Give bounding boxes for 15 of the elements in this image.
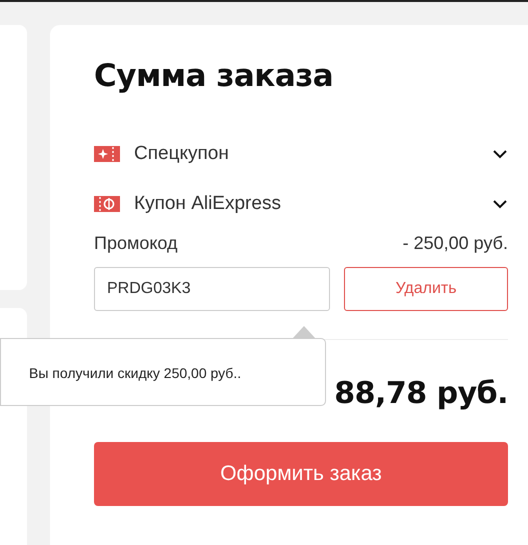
discount-amount: - 250,00 руб.	[402, 232, 508, 254]
checkout-button[interactable]: Оформить заказ	[94, 442, 508, 506]
promo-code-field[interactable]: PRDG03K3	[94, 267, 330, 311]
chevron-icon[interactable]	[492, 199, 508, 209]
coupon-label[interactable]: Купон AliExpress	[134, 193, 492, 215]
promo-label: Промокод	[94, 232, 178, 254]
remove-button[interactable]: Удалить	[344, 267, 508, 311]
total-amount: 88,78 руб.	[334, 376, 508, 413]
coupon-label[interactable]: Спецкупон	[134, 143, 492, 165]
summary-title: Сумма заказа	[94, 58, 334, 96]
ticket-icon	[94, 196, 120, 212]
tooltip: Вы получили скидку 250,00 руб..	[0, 338, 326, 406]
tooltip-arrow	[292, 326, 316, 339]
chevron-icon[interactable]	[492, 149, 508, 159]
ticket-icon	[94, 146, 120, 162]
